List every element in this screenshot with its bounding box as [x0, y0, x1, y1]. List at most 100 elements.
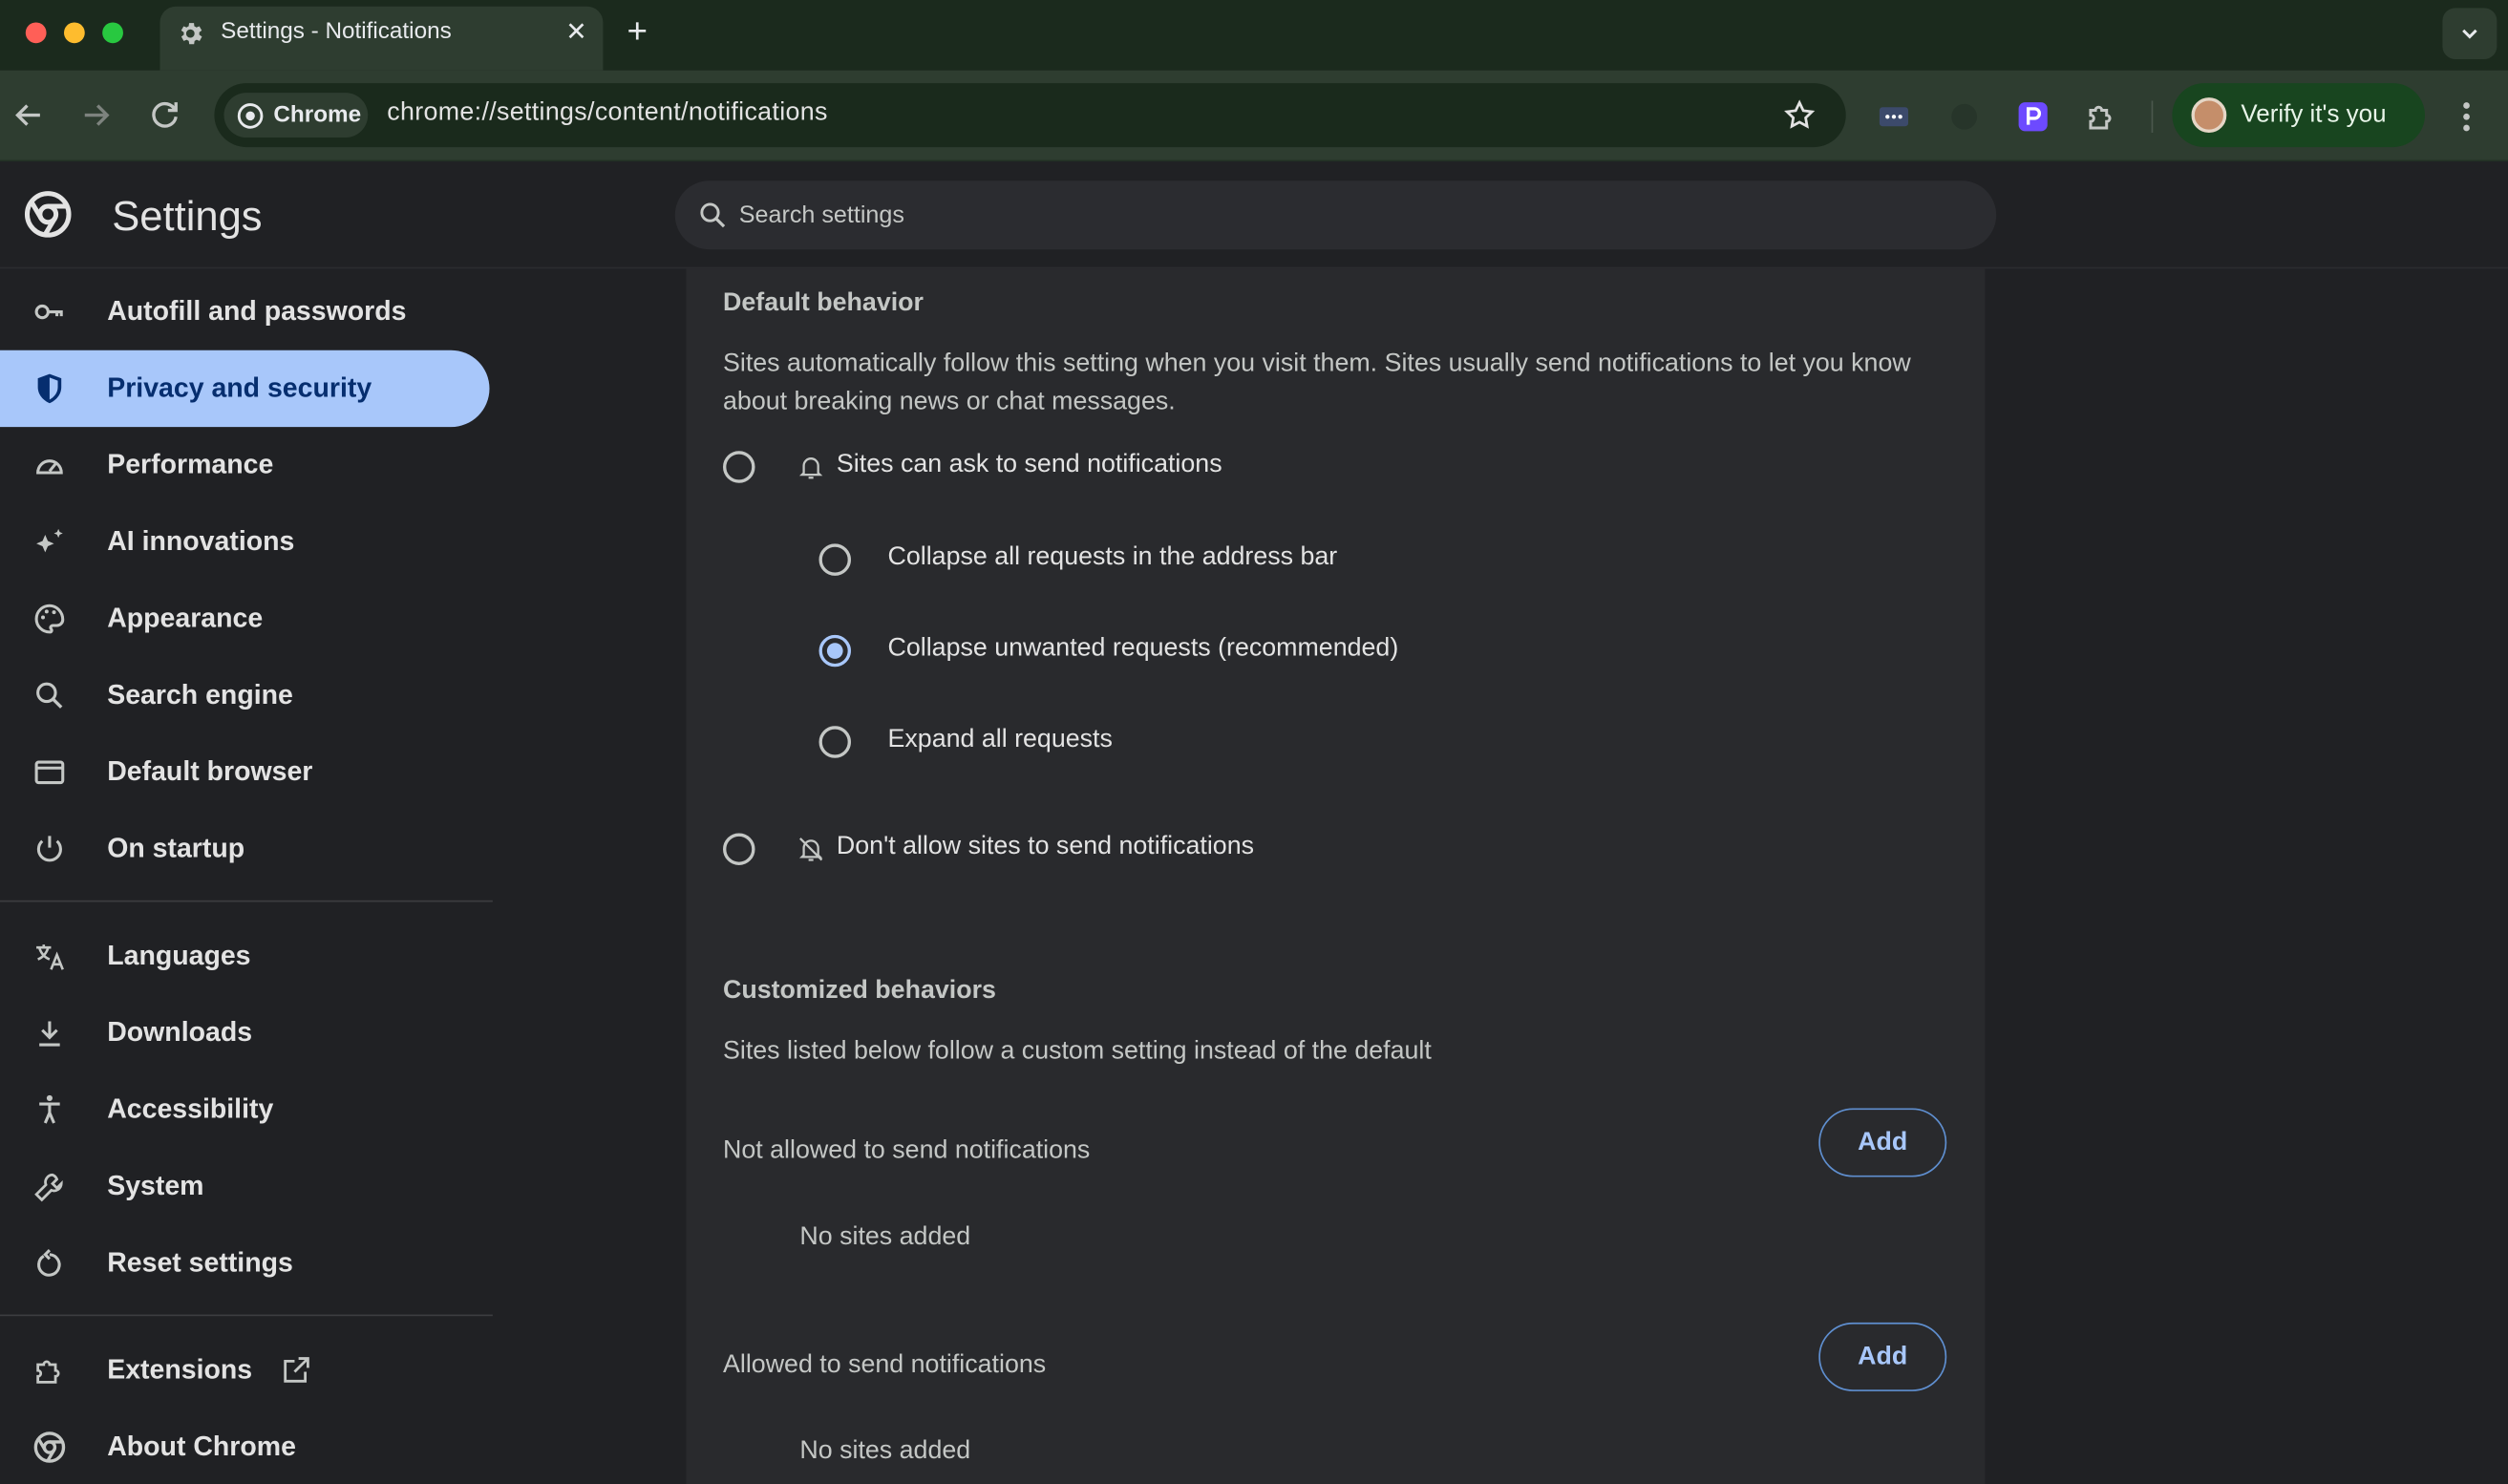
sidebar-item-default-browser[interactable]: Default browser	[0, 734, 489, 811]
tab-strip: Settings - Notifications ✕ +	[0, 0, 2508, 71]
back-arrow-icon[interactable]	[10, 95, 48, 134]
bell-off-icon	[798, 837, 823, 861]
sidebar-item-search-engine[interactable]: Search engine	[0, 657, 489, 733]
settings-header: Settings Search settings	[0, 161, 2508, 269]
url-text[interactable]: chrome://settings/content/notifications	[387, 99, 827, 128]
option-label-collapse-unwanted[interactable]: Collapse unwanted requests (recommended)	[888, 635, 1399, 664]
default-behavior-title: Default behavior	[723, 289, 924, 317]
customized-behaviors-desc: Sites listed below follow a custom setti…	[723, 1037, 1432, 1066]
customized-behaviors-title: Customized behaviors	[723, 977, 996, 1005]
not-allowed-label: Not allowed to send notifications	[723, 1136, 1091, 1165]
tab-search-button[interactable]	[2442, 8, 2497, 59]
gear-icon	[181, 23, 202, 45]
sidebar-item-ai[interactable]: AI innovations	[0, 503, 489, 580]
sidebar-item-label: System	[107, 1170, 204, 1201]
chevron-down-icon	[2462, 29, 2477, 39]
close-window-button[interactable]	[25, 22, 47, 44]
sidebar-item-on-startup[interactable]: On startup	[0, 811, 489, 887]
allowed-label: Allowed to send notifications	[723, 1351, 1047, 1379]
sidebar-item-label: Extensions	[107, 1354, 253, 1386]
sidebar-item-label: Search engine	[107, 679, 293, 710]
maximize-window-button[interactable]	[102, 22, 123, 44]
sidebar-item-label: Accessibility	[107, 1093, 274, 1125]
radio-collapse-unwanted[interactable]	[818, 634, 851, 668]
sidebar-item-system[interactable]: System	[0, 1148, 489, 1224]
wrench-icon	[34, 1173, 63, 1202]
search-placeholder: Search settings	[738, 201, 904, 229]
sidebar-item-privacy[interactable]: Privacy and security	[0, 350, 490, 428]
sidebar-item-about[interactable]: About Chrome	[0, 1409, 489, 1484]
chrome-icon	[237, 102, 264, 128]
sidebar-item-label: Languages	[107, 940, 251, 971]
add-not-allowed-button[interactable]: Add	[1818, 1108, 1947, 1177]
power-icon	[36, 836, 62, 862]
default-behavior-desc-line1: Sites automatically follow this setting …	[723, 350, 1911, 378]
extension-dots-icon[interactable]	[1875, 97, 1913, 136]
chip-label: Chrome	[273, 102, 362, 128]
option-label-dont-allow[interactable]: Don't allow sites to send notifications	[837, 833, 1254, 861]
page-title: Settings	[112, 191, 263, 241]
toolbar-divider	[2151, 100, 2154, 133]
avatar	[2191, 97, 2227, 133]
site-info-chip[interactable]: Chrome	[223, 93, 369, 138]
verify-label: Verify it's you	[2241, 100, 2387, 128]
add-allowed-button[interactable]: Add	[1818, 1322, 1947, 1391]
puzzle-icon	[36, 1360, 60, 1384]
sidebar: Autofill and passwords Privacy and secur…	[0, 268, 496, 1484]
extension-dark-icon[interactable]	[1945, 97, 1984, 136]
default-behavior-desc-line2: about breaking news or chat messages.	[723, 388, 1176, 416]
search-icon	[36, 682, 63, 709]
radio-sites-can-ask[interactable]	[723, 451, 755, 483]
sidebar-item-performance[interactable]: Performance	[0, 427, 489, 503]
sidebar-item-appearance[interactable]: Appearance	[0, 581, 489, 657]
sidebar-divider	[0, 1314, 493, 1317]
key-icon	[34, 304, 63, 320]
sidebar-item-downloads[interactable]: Downloads	[0, 995, 489, 1071]
search-settings-input[interactable]: Search settings	[674, 180, 1997, 250]
reload-icon[interactable]	[145, 95, 183, 134]
accessibility-icon	[39, 1094, 60, 1124]
proton-pass-icon[interactable]	[2014, 97, 2052, 136]
chrome-logo-icon	[24, 191, 72, 238]
address-bar[interactable]: Chrome chrome://settings/content/notific…	[214, 83, 1846, 148]
active-tab[interactable]: Settings - Notifications ✕	[159, 6, 604, 71]
search-icon	[700, 202, 726, 228]
radio-expand-all[interactable]	[818, 726, 851, 758]
browser-window-icon	[34, 760, 65, 785]
sidebar-item-extensions[interactable]: Extensions	[0, 1332, 489, 1409]
sidebar-divider	[0, 900, 493, 902]
palette-icon	[34, 604, 65, 634]
translate-icon	[36, 944, 64, 970]
radio-collapse-all[interactable]	[818, 543, 851, 576]
bell-icon	[798, 457, 823, 479]
gauge-icon	[36, 459, 63, 475]
bookmark-star-icon[interactable]	[1782, 97, 1817, 133]
puzzle-icon[interactable]	[2083, 97, 2121, 136]
option-label-ask[interactable]: Sites can ask to send notifications	[837, 451, 1222, 479]
sidebar-item-label: Autofill and passwords	[107, 295, 407, 327]
toolbar: Chrome chrome://settings/content/notific…	[0, 70, 2508, 162]
sidebar-item-label: Appearance	[107, 603, 264, 634]
more-vert-icon[interactable]	[2451, 97, 2482, 136]
open-in-new-icon	[284, 1357, 309, 1383]
sidebar-item-label: On startup	[107, 833, 245, 864]
radio-dont-allow[interactable]	[723, 833, 755, 865]
verify-profile-button[interactable]: Verify it's you	[2172, 83, 2425, 148]
option-label-collapse-all[interactable]: Collapse all requests in the address bar	[888, 543, 1338, 572]
sidebar-item-label: AI innovations	[107, 525, 295, 557]
sparkle-icon	[36, 528, 63, 553]
shield-icon	[37, 373, 62, 404]
reset-icon	[37, 1249, 61, 1277]
sidebar-item-reset[interactable]: Reset settings	[0, 1225, 489, 1302]
new-tab-button[interactable]: +	[627, 12, 648, 51]
sidebar-item-languages[interactable]: Languages	[0, 918, 489, 994]
sidebar-item-autofill[interactable]: Autofill and passwords	[0, 273, 489, 350]
chrome-icon	[33, 1431, 66, 1463]
option-label-expand-all[interactable]: Expand all requests	[888, 726, 1113, 754]
forward-arrow-icon[interactable]	[76, 95, 115, 134]
tab-close-icon[interactable]: ✕	[565, 16, 586, 48]
sidebar-item-label: Privacy and security	[107, 372, 372, 403]
sidebar-item-accessibility[interactable]: Accessibility	[0, 1071, 489, 1148]
minimize-window-button[interactable]	[63, 22, 85, 44]
allowed-empty-text: No sites added	[799, 1437, 971, 1465]
